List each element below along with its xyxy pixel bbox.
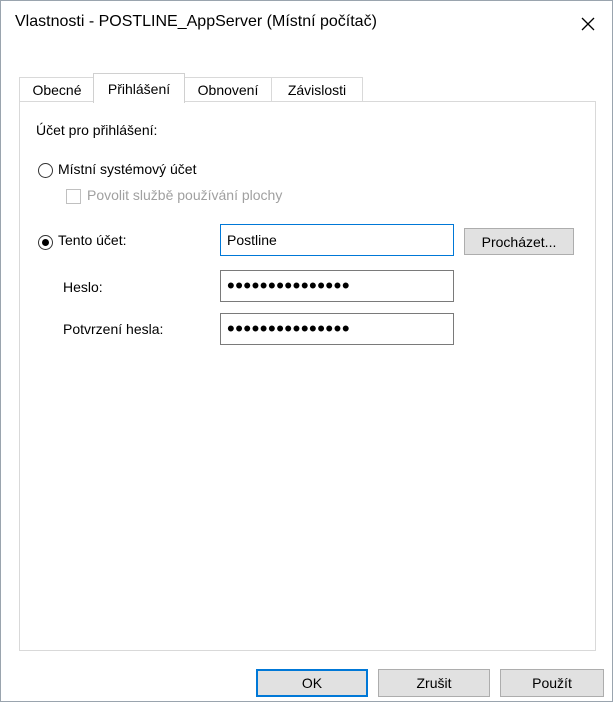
local-system-radio[interactable] [38, 163, 53, 178]
login-panel: Účet pro přihlášení: Místní systémový úč… [19, 101, 596, 651]
this-account-label[interactable]: Tento účet: [58, 232, 127, 248]
password-input[interactable]: ••••••••••••••• [220, 270, 454, 302]
browse-button[interactable]: Procházet... [464, 228, 574, 255]
ok-button[interactable]: OK [256, 669, 368, 697]
properties-dialog: Vlastnosti - POSTLINE_AppServer (Místní … [0, 0, 613, 702]
tab-dependencies[interactable]: Závislosti [271, 77, 363, 102]
tab-login[interactable]: Přihlášení [93, 73, 185, 103]
tab-general[interactable]: Obecné [19, 77, 95, 102]
apply-button[interactable]: Použít [500, 669, 604, 697]
local-system-label[interactable]: Místní systémový účet [58, 161, 196, 177]
this-account-radio[interactable] [38, 235, 53, 250]
close-icon [581, 17, 595, 31]
window-title: Vlastnosti - POSTLINE_AppServer (Místní … [15, 13, 377, 30]
confirm-password-label: Potvrzení hesla: [63, 321, 164, 337]
account-input[interactable]: Postline [220, 224, 454, 256]
password-label: Heslo: [63, 279, 103, 295]
allow-desktop-label: Povolit službě používání plochy [87, 187, 283, 203]
confirm-password-input[interactable]: ••••••••••••••• [220, 313, 454, 345]
allow-desktop-checkbox[interactable] [66, 189, 81, 204]
tab-recovery[interactable]: Obnovení [183, 77, 273, 102]
cancel-button[interactable]: Zrušit [378, 669, 490, 697]
account-label: Účet pro přihlášení: [36, 122, 158, 138]
title-bar: Vlastnosti - POSTLINE_AppServer (Místní … [1, 1, 612, 47]
close-button[interactable] [570, 7, 606, 41]
